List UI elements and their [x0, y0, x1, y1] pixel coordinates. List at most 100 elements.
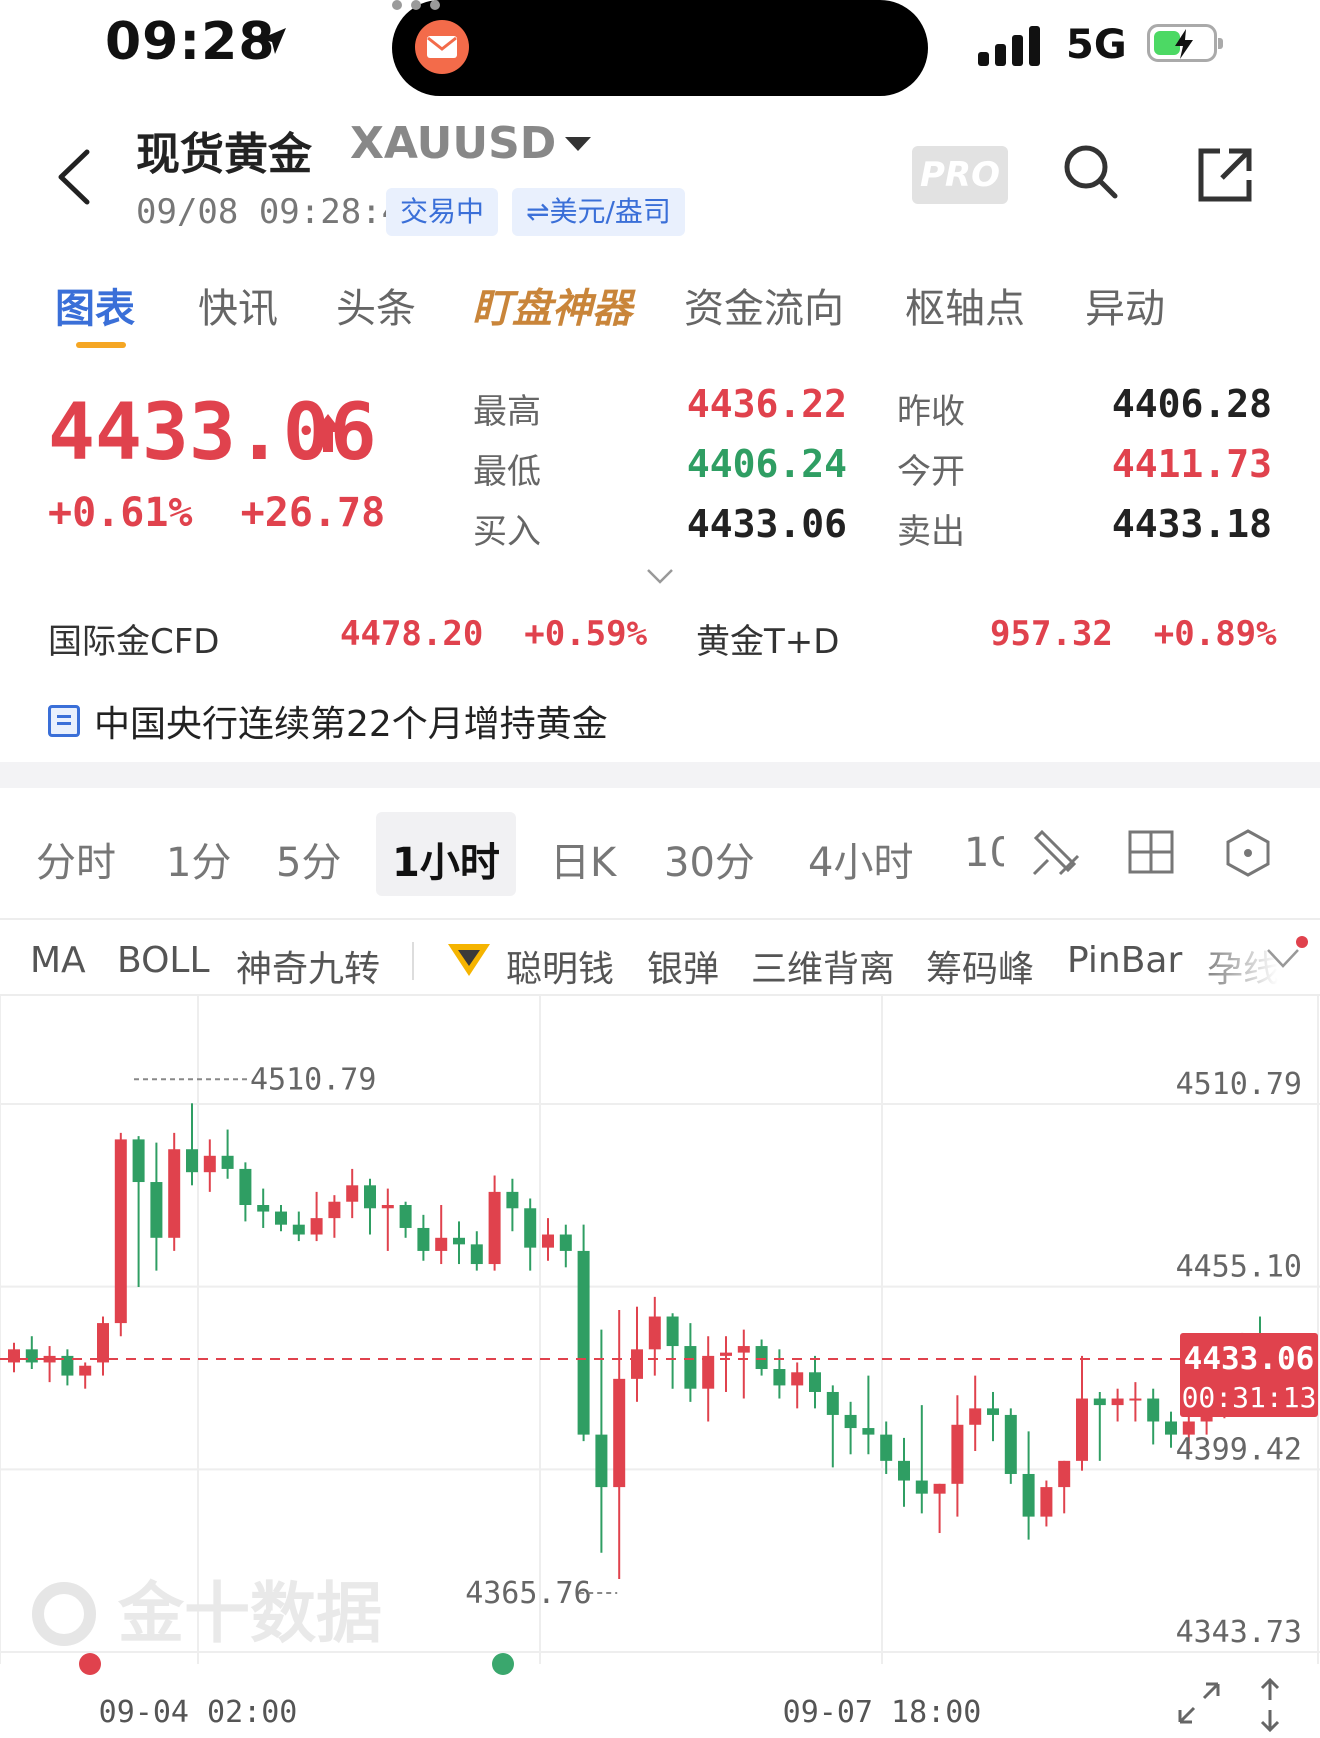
tab-fund-flow[interactable]: 资金流向 — [684, 276, 844, 334]
stat-value-high: 4436.22 — [686, 382, 847, 426]
battery-icon — [1147, 24, 1223, 62]
stat-value-ask: 4433.18 — [1111, 502, 1272, 546]
news-document-icon — [48, 705, 80, 737]
candle-body — [862, 1428, 875, 1435]
period-tab-5min[interactable]: 5分 — [276, 830, 341, 888]
candle-body — [417, 1227, 430, 1251]
candle-body — [791, 1372, 804, 1386]
search-icon[interactable] — [1062, 143, 1120, 201]
dynamic-island — [392, 0, 928, 96]
candle-body — [221, 1155, 234, 1169]
candle-body — [168, 1149, 181, 1238]
candle-body — [346, 1185, 359, 1202]
y-tick-label: 4399.42 — [1176, 1432, 1302, 1467]
candle-body — [809, 1372, 821, 1392]
candlestick-chart[interactable]: 金十数据 4510.79 4455.10 4399.42 4343.73 4510.79… — [0, 996, 1320, 1738]
settings-hexagon-icon[interactable] — [1224, 828, 1272, 878]
candle-body — [1040, 1487, 1053, 1517]
candle-body — [773, 1369, 786, 1386]
period-tab-1hour[interactable]: 1小时 — [392, 830, 500, 888]
indicator-pinbar[interactable]: PinBar — [1067, 940, 1182, 981]
indicator-3d-divergence[interactable]: 三维背离 — [751, 940, 895, 992]
x-tick-label: 09-07 18:00 — [783, 1695, 982, 1730]
candle-body — [826, 1391, 839, 1415]
indicator-chip-peak[interactable]: 筹码峰 — [926, 940, 1034, 992]
watermark-text: 金十数据 — [117, 1575, 382, 1652]
candle-body — [987, 1408, 999, 1415]
indicator-ma[interactable]: MA — [30, 940, 86, 981]
candle-body — [720, 1352, 732, 1356]
pro-button[interactable]: PRO — [912, 146, 1008, 204]
period-tab-30min[interactable]: 30分 — [664, 830, 755, 888]
indicator-expand-chevron-icon[interactable] — [1266, 948, 1300, 970]
vertical-scale-arrows — [1260, 1677, 1280, 1733]
related-change-cfd: +0.59% — [524, 614, 648, 654]
candle-body — [755, 1346, 768, 1370]
unit-switch-badge[interactable]: ⇌美元/盎司 — [512, 188, 685, 236]
location-arrow-icon — [260, 28, 286, 54]
indicator-silver-bullet[interactable]: 银弹 — [647, 940, 719, 992]
chart-watermark: 金十数据 — [32, 1575, 382, 1652]
candle-body — [506, 1191, 519, 1209]
tab-watch-tool[interactable]: 盯盘神器 — [472, 276, 632, 334]
candle-body — [737, 1346, 750, 1353]
candle-body — [666, 1316, 679, 1347]
related-value-td[interactable]: 957.32 +0.89% — [990, 614, 1277, 654]
candle-body — [1058, 1460, 1071, 1488]
related-name-cfd[interactable]: 国际金CFD — [48, 614, 219, 663]
candle-body — [1022, 1473, 1035, 1517]
change-amount: +26.78 — [240, 490, 386, 536]
candle-body — [114, 1139, 127, 1324]
candle-body — [880, 1434, 893, 1461]
tab-flash-news[interactable]: 快讯 — [198, 276, 278, 334]
chevron-down-icon[interactable] — [565, 137, 591, 151]
candle-body — [631, 1349, 643, 1379]
indicator-boll[interactable]: BOLL — [117, 940, 210, 981]
candle-body — [1004, 1414, 1017, 1474]
instrument-symbol[interactable]: XAUUSD — [350, 118, 556, 169]
candle-body — [150, 1182, 163, 1238]
news-headline[interactable]: 中国央行连续第22个月增持黄金 — [48, 695, 608, 747]
stat-value-low: 4406.24 — [686, 442, 847, 486]
period-tab-daily[interactable]: 日K — [550, 830, 616, 888]
quote-datetime: 09/08 09:28:47 — [136, 192, 423, 232]
y-tick-label: 4510.79 — [1176, 1067, 1302, 1102]
related-name-td[interactable]: 黄金T+D — [696, 614, 839, 663]
active-tab-underline — [76, 342, 126, 348]
draw-tool-icon[interactable] — [1030, 826, 1082, 878]
layout-grid-icon[interactable] — [1128, 830, 1174, 874]
stat-value-prev-close: 4406.28 — [1111, 382, 1272, 426]
stat-label-high: 最高 — [473, 392, 541, 432]
related-change-td: +0.89% — [1153, 614, 1277, 654]
share-icon[interactable] — [1196, 146, 1254, 204]
candle-body — [559, 1234, 572, 1251]
event-dot-green — [492, 1653, 514, 1675]
max-price-label: 4510.79 — [250, 1062, 376, 1097]
expand-chevron-icon[interactable] — [646, 568, 674, 584]
candle-body — [933, 1483, 946, 1494]
period-tab-4hour[interactable]: 4小时 — [808, 830, 913, 888]
indicator-smart-money[interactable]: 聪明钱 — [506, 940, 614, 992]
candle-body — [898, 1460, 910, 1481]
period-tab-timeshare[interactable]: 分时 — [36, 830, 116, 888]
tab-headlines[interactable]: 头条 — [336, 276, 416, 334]
tab-pivot-points[interactable]: 枢轴点 — [905, 276, 1025, 334]
current-price-label: 4433.06 — [1184, 1341, 1315, 1377]
candle-body — [648, 1316, 661, 1350]
indicator-td-sequential[interactable]: 神奇九转 — [236, 940, 380, 992]
candle-body — [239, 1168, 252, 1205]
price-change: +0.61% +26.78 — [48, 490, 385, 536]
back-arrow-icon[interactable] — [55, 148, 91, 206]
tab-chart[interactable]: 图表 — [55, 276, 135, 334]
period-tab-1min[interactable]: 1分 — [166, 830, 231, 888]
candle-body — [25, 1349, 38, 1363]
stat-label-prev-close: 昨收 — [897, 392, 965, 432]
tab-movements[interactable]: 异动 — [1085, 276, 1165, 334]
cell-signal-icon — [978, 24, 1040, 66]
related-value-cfd[interactable]: 4478.20 +0.59% — [340, 614, 647, 654]
candle-body — [969, 1408, 982, 1425]
period-tab-more[interactable]: 10 — [964, 830, 1004, 876]
candle-body — [684, 1346, 697, 1389]
vertical-scale-icon — [1260, 1677, 1280, 1733]
candle-body — [292, 1224, 305, 1235]
